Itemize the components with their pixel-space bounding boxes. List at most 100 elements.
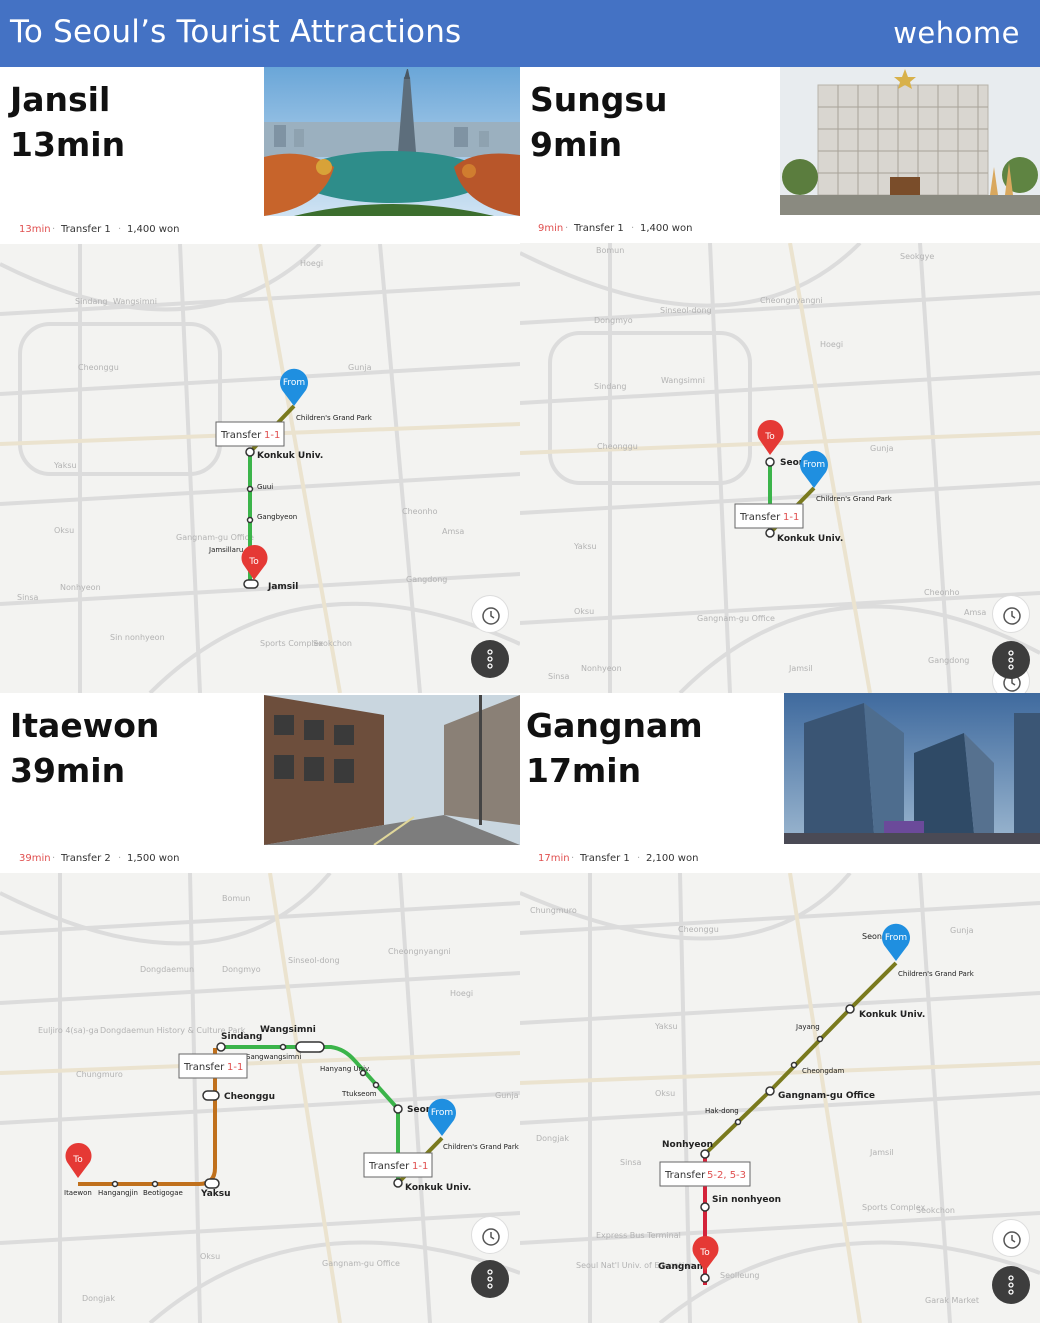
vertical-dots-icon: [487, 1269, 493, 1289]
station-marker[interactable]: [216, 1042, 226, 1052]
map-label: Cheongnyangni: [760, 296, 823, 305]
map-label: Oksu: [574, 607, 594, 616]
svg-text:To: To: [764, 432, 775, 442]
alarm-clock-button[interactable]: [992, 595, 1030, 633]
more-options-button[interactable]: [471, 1260, 509, 1298]
svg-text:To: To: [248, 557, 259, 567]
map-label: Yaksu: [654, 1022, 678, 1031]
station-marker[interactable]: [393, 1104, 403, 1114]
station-label: Jamsillaru: [208, 546, 243, 554]
destination-name: Sungsu: [530, 80, 668, 119]
from-pin[interactable]: From: [882, 923, 910, 961]
station-label: Gangbyeon: [257, 513, 297, 521]
subway-map[interactable]: Bomun Dongdaemun Dongmyo Sinseol-dong Ch…: [0, 873, 520, 1323]
station-marker[interactable]: [393, 1178, 403, 1188]
map-label: Sinsa: [620, 1158, 642, 1167]
map-label: Gangnam-gu Office: [176, 533, 254, 542]
alarm-clock-icon: [482, 1228, 500, 1246]
map-label: Bomun: [222, 894, 250, 903]
map-label: Express Bus Terminal: [596, 1231, 681, 1240]
map-label: Seolleung: [720, 1271, 759, 1280]
route-fare: 1,400 won: [127, 224, 180, 235]
map-label: Sindang: [75, 297, 108, 306]
transfer-callout: Transfer 1-1: [734, 503, 804, 529]
route-time: 9min: [538, 223, 564, 234]
station-label: Nonhyeon: [662, 1140, 713, 1150]
page-title: To Seoul’s Tourist Attractions: [10, 14, 462, 50]
station-marker[interactable]: [700, 1202, 710, 1212]
from-pin[interactable]: From: [428, 1098, 456, 1136]
map-label: Oksu: [54, 526, 74, 535]
station-label: Children's Grand Park: [816, 495, 893, 503]
destination-time: 17min: [526, 751, 642, 790]
station-label: Sindang: [221, 1032, 262, 1042]
more-options-button[interactable]: [471, 640, 509, 678]
destination-time: 9min: [530, 125, 623, 164]
station-label: Konkuk Univ.: [257, 451, 323, 461]
alarm-clock-button[interactable]: [992, 1219, 1030, 1257]
map-label: Cheonho: [402, 507, 438, 516]
station-label: Children's Grand Park: [296, 414, 373, 422]
alarm-clock-button[interactable]: [471, 1216, 509, 1254]
map-label: Garak Market: [925, 1296, 979, 1305]
to-pin[interactable]: To: [757, 419, 784, 455]
transfer-line: 1-1: [412, 1161, 428, 1172]
subway-map[interactable]: Sindang Wangsimni Cheonggu Yaksu Oksu Si…: [0, 244, 520, 693]
transfer-line: 1-1: [264, 430, 280, 441]
more-options-button[interactable]: [992, 1266, 1030, 1304]
station-label: Konkuk Univ.: [859, 1010, 925, 1020]
alarm-clock-button[interactable]: [471, 595, 509, 633]
station-label: Itaewon: [64, 1189, 92, 1197]
station-marker[interactable]: [245, 447, 255, 457]
subway-map[interactable]: Bomun Dongmyo Sinseol-dong Cheongnyangni…: [520, 243, 1040, 693]
to-pin[interactable]: To: [241, 544, 268, 580]
station-label: Children's Grand Park: [898, 970, 975, 978]
station-marker[interactable]: [765, 528, 775, 538]
route-time: 17min: [538, 853, 570, 864]
station-marker[interactable]: [765, 1086, 775, 1096]
from-pin[interactable]: From: [280, 368, 309, 406]
subway-map[interactable]: Chungmuro Cheonggu Yaksu Oksu Sinsa Dong…: [520, 873, 1040, 1323]
map-label: Cheonggu: [678, 925, 719, 934]
station-label: Gangnam-gu Office: [778, 1091, 875, 1101]
map-label: Amsa: [964, 608, 986, 617]
destination-panel-gangnam: Gangnam 17min 17min · Transfer 1 · 2,100…: [520, 693, 1040, 1323]
map-label: Sinseol-dong: [660, 306, 712, 315]
station-marker[interactable]: [845, 1004, 855, 1014]
alarm-clock-icon: [482, 607, 500, 625]
station-label: Guui: [257, 483, 273, 491]
route-fare: 1,400 won: [640, 223, 693, 234]
map-label: Wangsimni: [113, 297, 157, 306]
station-label: Children's Grand Park: [443, 1143, 520, 1151]
station-marker[interactable]: [243, 579, 259, 589]
map-label: Dongmyo: [222, 965, 261, 974]
destination-panel-sungsu: Sungsu 9min 9min · Transfer 1 · 1,400 wo…: [520, 67, 1040, 693]
map-label: Nonhyeon: [60, 583, 101, 592]
brand-logo: wehome: [893, 16, 1020, 50]
separator-dot: ·: [565, 223, 569, 234]
to-pin[interactable]: To: [65, 1142, 92, 1178]
destination-name: Gangnam: [526, 706, 703, 745]
station-label: Jamsil: [267, 582, 298, 592]
map-label: Dongmyo: [594, 316, 633, 325]
map-label: Hoegi: [450, 989, 473, 998]
from-pin[interactable]: From: [800, 450, 828, 488]
route-summary-bar: 9min · Transfer 1 · 1,400 won: [520, 215, 1040, 243]
transfer-callout: Transfer 1-1: [215, 421, 285, 447]
transfer-callout: Transfer 5-2, 5-3: [659, 1161, 751, 1187]
map-label: Cheonggu: [597, 442, 638, 451]
transfer-line: 1-1: [227, 1062, 243, 1073]
map-label: Nonhyeon: [581, 664, 622, 673]
map-label: Oksu: [655, 1089, 675, 1098]
station-label: Seon: [862, 932, 882, 941]
station-label: Sin nonhyeon: [712, 1195, 781, 1205]
map-label: Oksu: [200, 1252, 220, 1261]
more-options-button[interactable]: [992, 641, 1030, 679]
station-marker[interactable]: [765, 457, 775, 467]
station-marker[interactable]: [700, 1149, 710, 1159]
station-marker[interactable]: [700, 1273, 710, 1283]
map-label: Sindang: [594, 382, 627, 391]
station-label: Gangnam: [658, 1262, 706, 1272]
vertical-dots-icon: [1008, 650, 1014, 670]
route-fare: 1,500 won: [127, 853, 180, 864]
